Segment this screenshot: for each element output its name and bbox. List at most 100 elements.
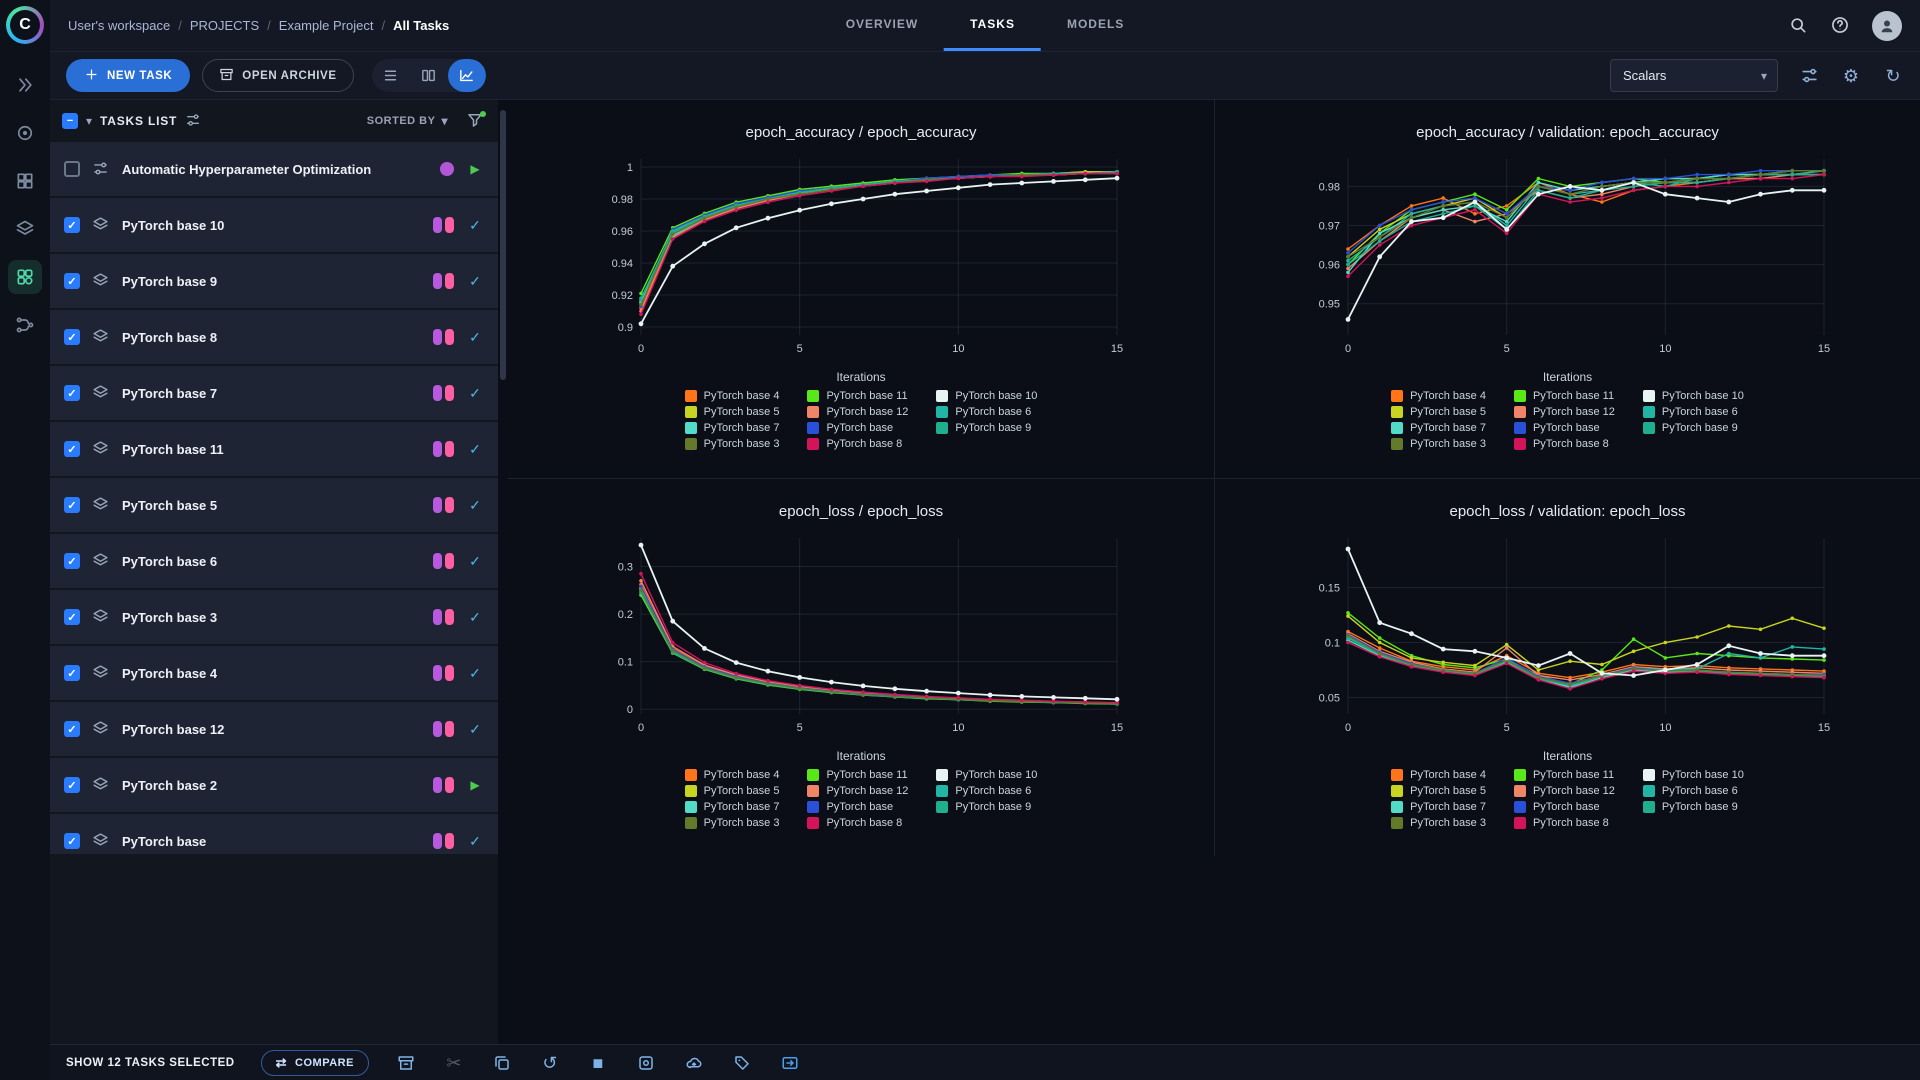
- legend-item[interactable]: PyTorch base 10: [1642, 769, 1744, 781]
- sorted-by-control[interactable]: SORTED BY ▾: [367, 114, 448, 128]
- task-checkbox[interactable]: ✓: [64, 273, 80, 289]
- stop-icon[interactable]: ■: [587, 1052, 609, 1074]
- compare-button[interactable]: ⇄ COMPARE: [260, 1049, 369, 1076]
- task-checkbox[interactable]: ✓: [64, 385, 80, 401]
- user-avatar[interactable]: [1872, 10, 1902, 41]
- select-all-checkbox[interactable]: −: [62, 113, 78, 129]
- open-archive-button[interactable]: OPEN ARCHIVE: [202, 59, 354, 92]
- task-checkbox[interactable]: ✓: [64, 217, 80, 233]
- task-row[interactable]: ✓ PyTorch base 12 ✓: [50, 702, 498, 756]
- task-row[interactable]: Automatic Hyperparameter Optimization ▶: [50, 142, 498, 196]
- legend-item[interactable]: PyTorch base 11: [807, 390, 908, 402]
- search-icon[interactable]: [1788, 15, 1810, 37]
- legend-item[interactable]: PyTorch base 12: [1513, 785, 1615, 797]
- legend-item[interactable]: PyTorch base 5: [684, 406, 779, 418]
- legend-item[interactable]: PyTorch base 5: [1391, 785, 1486, 797]
- legend-item[interactable]: PyTorch base 10: [936, 769, 1037, 781]
- nav-apps-icon[interactable]: [8, 260, 42, 294]
- task-checkbox[interactable]: ✓: [64, 777, 80, 793]
- legend-item[interactable]: PyTorch base 7: [1391, 422, 1486, 434]
- tag-icon[interactable]: [731, 1052, 753, 1074]
- legend-item[interactable]: PyTorch base 8: [1513, 438, 1615, 450]
- legend-item[interactable]: PyTorch base 6: [1642, 406, 1744, 418]
- task-checkbox[interactable]: ✓: [64, 609, 80, 625]
- clearml-logo[interactable]: C: [6, 6, 44, 44]
- legend-item[interactable]: PyTorch base: [1513, 801, 1615, 813]
- legend-item[interactable]: PyTorch base 4: [684, 390, 779, 402]
- tab-models[interactable]: MODELS: [1041, 0, 1150, 51]
- legend-item[interactable]: PyTorch base: [807, 422, 908, 434]
- legend-item[interactable]: PyTorch base 9: [936, 801, 1037, 813]
- legend-item[interactable]: PyTorch base 8: [1513, 817, 1615, 829]
- legend-item[interactable]: PyTorch base 10: [936, 390, 1037, 402]
- split-view-button[interactable]: [410, 59, 448, 92]
- cloud-upload-icon[interactable]: [683, 1052, 705, 1074]
- legend-item[interactable]: PyTorch base 12: [807, 406, 908, 418]
- legend-item[interactable]: PyTorch base 8: [807, 817, 908, 829]
- task-checkbox[interactable]: ✓: [64, 497, 80, 513]
- task-row[interactable]: ✓ PyTorch base 11 ✓: [50, 422, 498, 476]
- nav-chevrons-icon[interactable]: [8, 68, 42, 102]
- publish-icon[interactable]: [635, 1052, 657, 1074]
- legend-item[interactable]: PyTorch base 9: [1642, 422, 1744, 434]
- task-row[interactable]: ✓ PyTorch base 7 ✓: [50, 366, 498, 420]
- legend-item[interactable]: PyTorch base 4: [1391, 390, 1486, 402]
- graph-settings-icon[interactable]: [1798, 65, 1820, 87]
- legend-item[interactable]: PyTorch base 3: [1391, 817, 1486, 829]
- metric-type-select[interactable]: Scalars ▾: [1610, 59, 1778, 92]
- legend-item[interactable]: PyTorch base 7: [684, 422, 779, 434]
- legend-item[interactable]: PyTorch base 9: [1642, 801, 1744, 813]
- task-checkbox[interactable]: [64, 161, 80, 177]
- legend-item[interactable]: PyTorch base 4: [1391, 769, 1486, 781]
- task-checkbox[interactable]: ✓: [64, 833, 80, 849]
- selected-count-label[interactable]: SHOW 12 TASKS SELECTED: [66, 1057, 235, 1069]
- task-row[interactable]: ✓ PyTorch base 5 ✓: [50, 478, 498, 532]
- gear-icon[interactable]: ⚙: [1840, 65, 1862, 87]
- nav-grid-icon[interactable]: [8, 164, 42, 198]
- tab-tasks[interactable]: TASKS: [944, 0, 1041, 51]
- legend-item[interactable]: PyTorch base 12: [807, 785, 908, 797]
- legend-item[interactable]: PyTorch base 5: [684, 785, 779, 797]
- chart-plot[interactable]: 0 5 10 15 0 0.1 0.2 0.3: [591, 530, 1131, 747]
- legend-item[interactable]: PyTorch base 7: [1391, 801, 1486, 813]
- legend-item[interactable]: PyTorch base 10: [1642, 390, 1744, 402]
- move-to-icon[interactable]: [779, 1052, 801, 1074]
- legend-item[interactable]: PyTorch base: [1513, 422, 1615, 434]
- task-row[interactable]: ✓ PyTorch base ✓: [50, 814, 498, 854]
- legend-item[interactable]: PyTorch base 11: [807, 769, 908, 781]
- archive-icon[interactable]: [395, 1052, 417, 1074]
- help-icon[interactable]: [1830, 15, 1852, 37]
- filter-icon[interactable]: [466, 111, 486, 131]
- task-checkbox[interactable]: ✓: [64, 441, 80, 457]
- legend-item[interactable]: PyTorch base 7: [684, 801, 779, 813]
- nav-target-icon[interactable]: [8, 116, 42, 150]
- task-checkbox[interactable]: ✓: [64, 553, 80, 569]
- task-row[interactable]: ✓ PyTorch base 10 ✓: [50, 198, 498, 252]
- nav-layers-icon[interactable]: [8, 212, 42, 246]
- breadcrumb-item[interactable]: PROJECTS: [190, 18, 259, 33]
- new-task-button[interactable]: NEW TASK: [66, 59, 191, 92]
- legend-item[interactable]: PyTorch base 6: [936, 406, 1037, 418]
- legend-item[interactable]: PyTorch base 5: [1391, 406, 1486, 418]
- legend-item[interactable]: PyTorch base 12: [1513, 406, 1615, 418]
- chart-plot[interactable]: 0 5 10 15 0.9 0.92 0.94 0.96 0.98 1: [591, 151, 1131, 368]
- legend-item[interactable]: PyTorch base 6: [936, 785, 1037, 797]
- task-checkbox[interactable]: ✓: [64, 721, 80, 737]
- task-row[interactable]: ✓ PyTorch base 9 ✓: [50, 254, 498, 308]
- legend-item[interactable]: PyTorch base 3: [684, 817, 779, 829]
- legend-item[interactable]: PyTorch base 11: [1513, 390, 1615, 402]
- list-settings-icon[interactable]: [185, 112, 203, 130]
- clone-icon[interactable]: [491, 1052, 513, 1074]
- select-all-chevron-icon[interactable]: ▾: [86, 114, 92, 128]
- task-checkbox[interactable]: ✓: [64, 329, 80, 345]
- table-view-button[interactable]: [372, 59, 410, 92]
- legend-item[interactable]: PyTorch base 6: [1642, 785, 1744, 797]
- legend-item[interactable]: PyTorch base 9: [936, 422, 1037, 434]
- task-checkbox[interactable]: ✓: [64, 665, 80, 681]
- tasks-scrollbar-thumb[interactable]: [500, 110, 506, 380]
- breadcrumb-item[interactable]: User's workspace: [68, 18, 170, 33]
- task-row[interactable]: ✓ PyTorch base 8 ✓: [50, 310, 498, 364]
- breadcrumb-item[interactable]: Example Project: [279, 18, 374, 33]
- tab-overview[interactable]: OVERVIEW: [820, 0, 944, 51]
- legend-item[interactable]: PyTorch base 8: [807, 438, 908, 450]
